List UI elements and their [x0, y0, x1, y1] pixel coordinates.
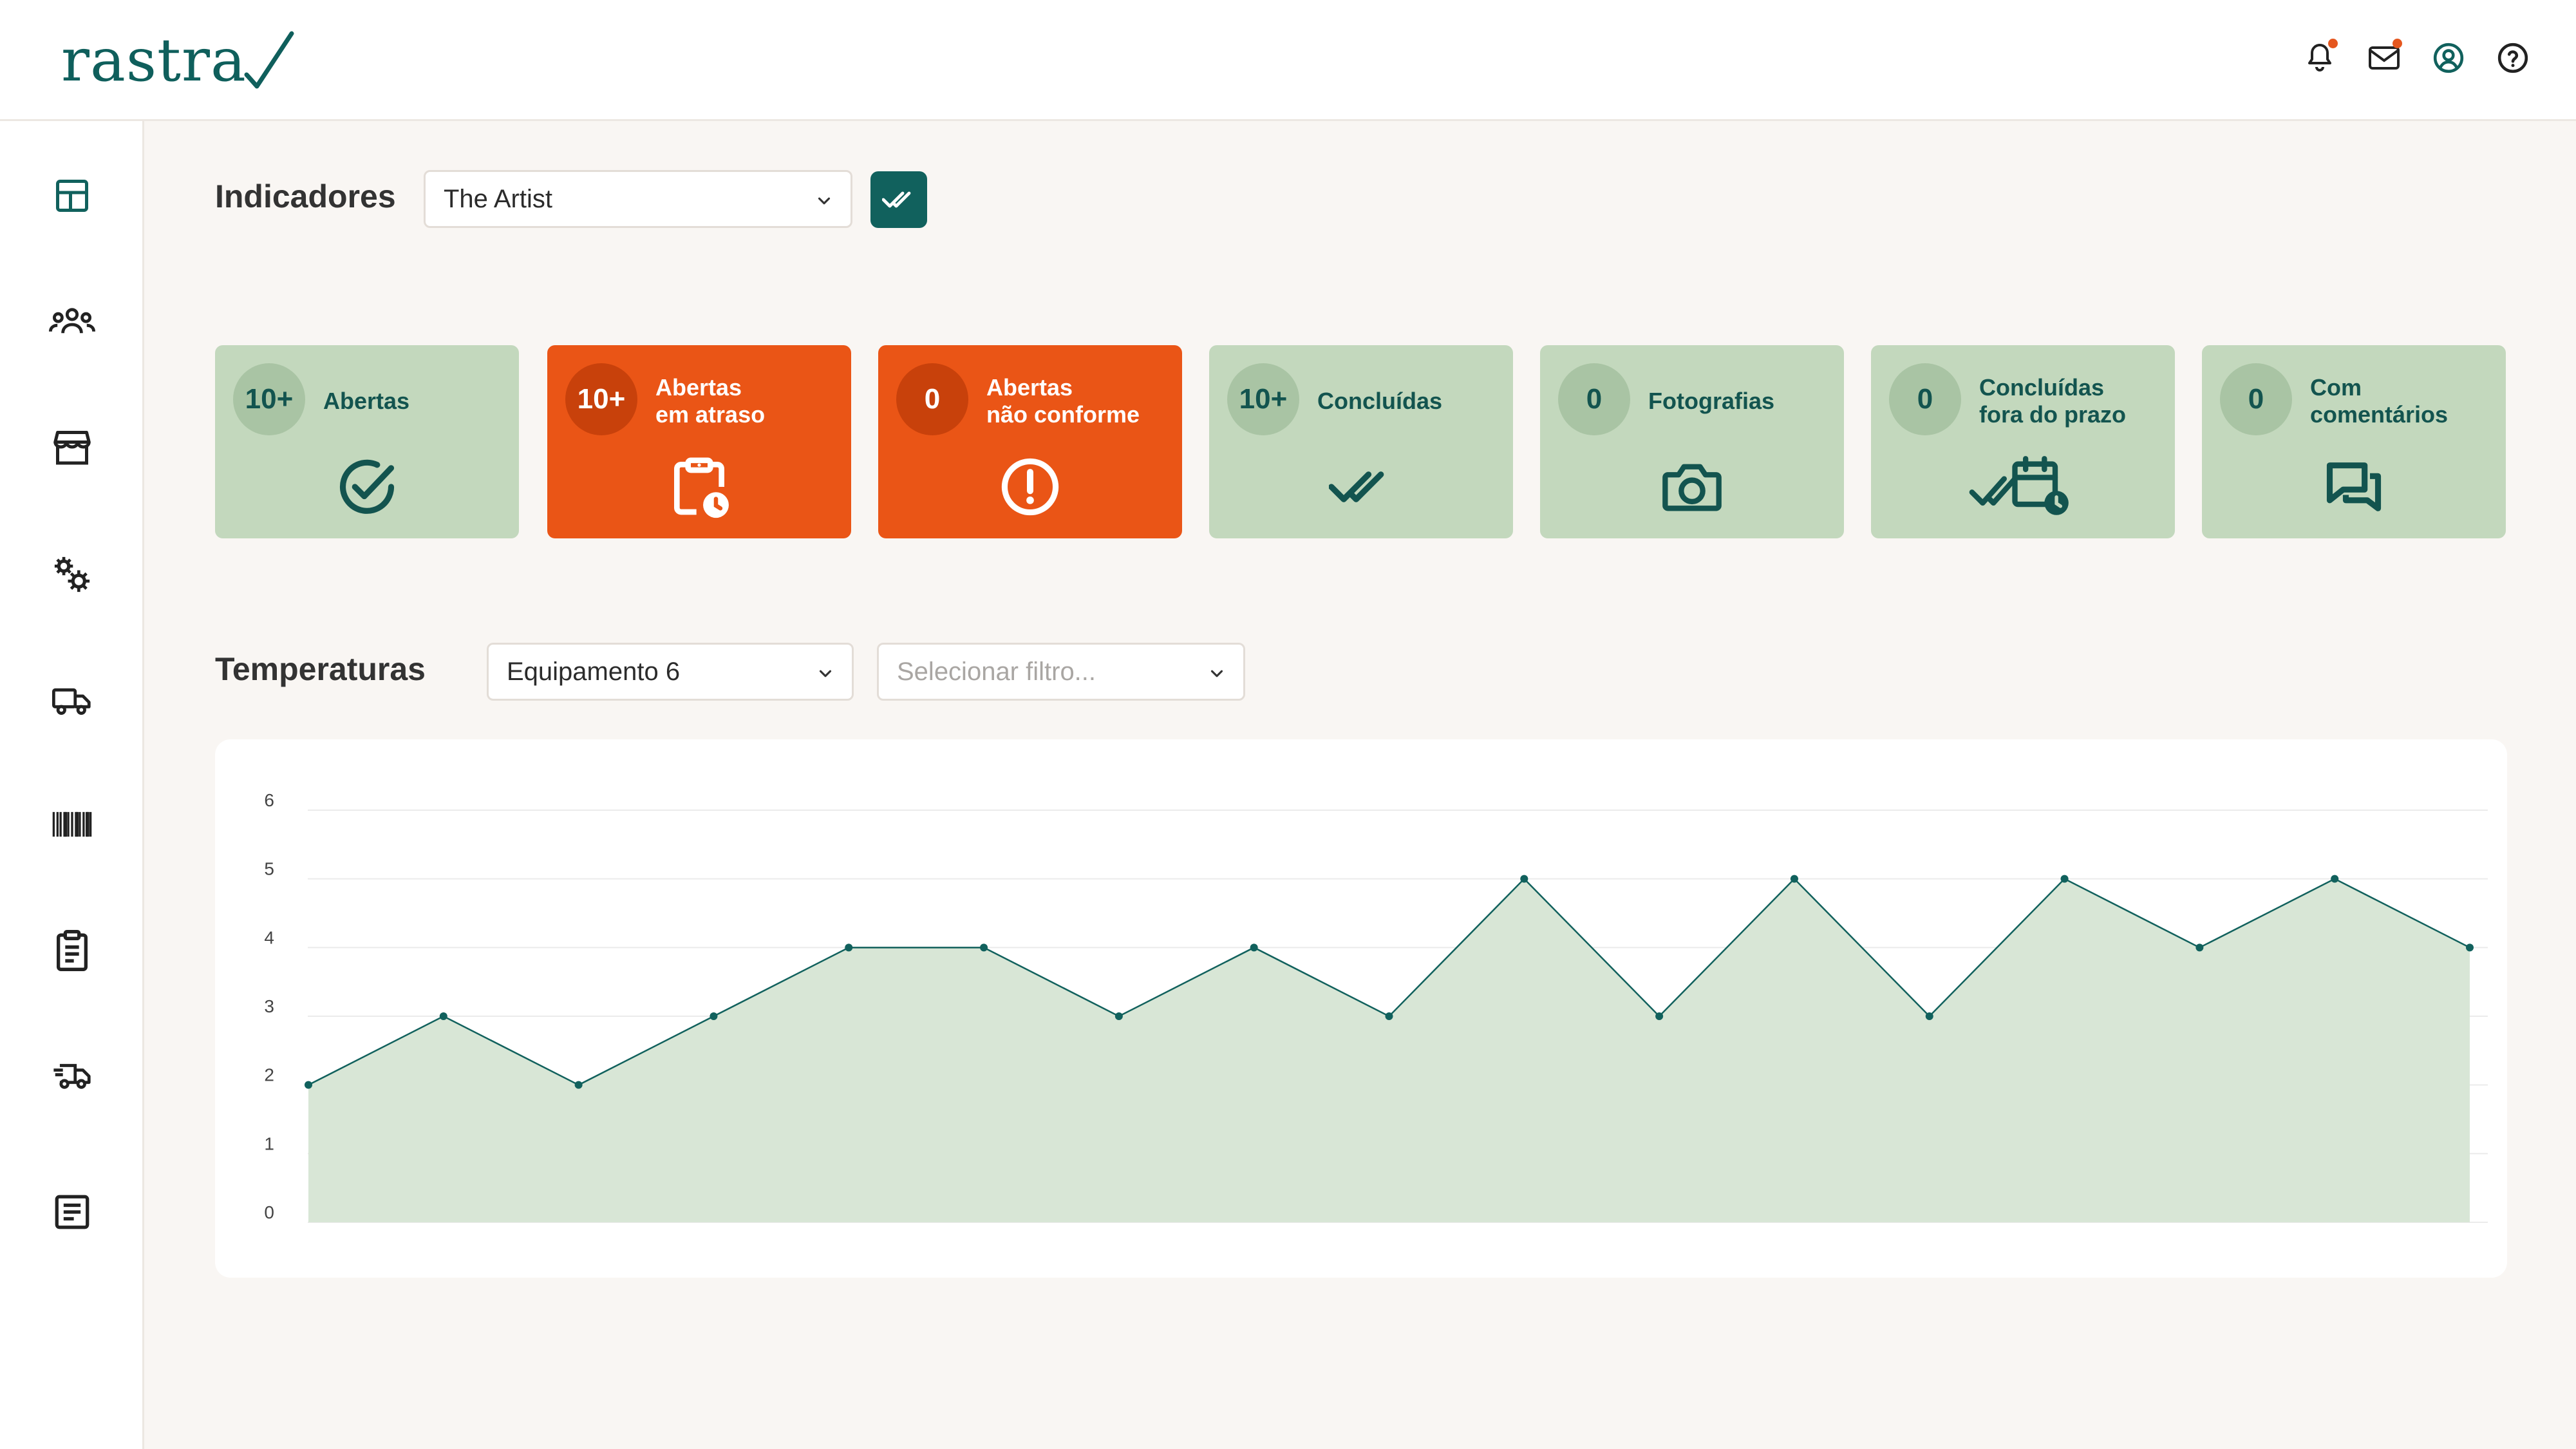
data-point — [305, 1081, 312, 1089]
data-point — [2060, 875, 2069, 883]
settings-icon[interactable] — [45, 547, 99, 601]
y-tick-label: 0 — [264, 1202, 274, 1222]
data-point — [845, 943, 853, 952]
card-label: Abertas em atraso — [655, 374, 766, 428]
card-concluidas[interactable]: 10+ Concluídas — [1209, 345, 1513, 538]
exclamation-circle-icon — [992, 448, 1069, 526]
users-group-icon[interactable] — [45, 294, 99, 348]
notification-dot — [2328, 39, 2338, 48]
data-point — [2331, 875, 2339, 883]
card-concluidas-fora-do-prazo[interactable]: 0 Concluídas fora do prazo — [1871, 345, 2175, 538]
series-area — [308, 878, 2470, 1222]
data-point — [1114, 1012, 1123, 1020]
document-icon[interactable] — [45, 1185, 99, 1239]
mail-notification-dot — [2393, 39, 2402, 48]
temperature-chart-svg: 0 1 2 3 4 5 6 — [264, 790, 2488, 1223]
card-label: Fotografias — [1648, 388, 1775, 414]
y-tick-label: 1 — [264, 1133, 274, 1153]
data-point — [1250, 943, 1258, 952]
y-tick-label: 2 — [264, 1065, 274, 1085]
chevron-down-icon — [819, 670, 832, 677]
y-tick-label: 3 — [264, 996, 274, 1016]
clipboard-icon[interactable] — [45, 923, 99, 978]
temperatures-title: Temperaturas — [215, 651, 426, 687]
card-count: 0 — [1889, 363, 1961, 435]
double-check-icon — [882, 191, 911, 208]
card-label: Concluídas fora do prazo — [1979, 374, 2127, 428]
logo-slash-icon — [244, 31, 294, 89]
help-icon[interactable] — [2495, 40, 2531, 76]
card-label: Abertas não conforme — [986, 374, 1140, 428]
establishment-select[interactable]: The Artist — [424, 170, 852, 228]
card-fotografias[interactable]: 0 Fotografias — [1540, 345, 1844, 538]
y-tick-label: 5 — [264, 859, 274, 879]
filter-select[interactable]: Selecionar filtro... — [877, 643, 1245, 701]
mail-icon[interactable] — [2366, 39, 2402, 76]
apply-filter-button[interactable] — [870, 171, 927, 228]
chevron-down-icon — [818, 197, 831, 205]
card-count: 10+ — [233, 363, 305, 435]
equipment-select[interactable]: Equipamento 6 — [487, 643, 854, 701]
chevron-down-icon — [1210, 670, 1223, 677]
establishment-select-value: The Artist — [444, 184, 552, 213]
data-point — [2195, 943, 2204, 952]
check-calendar-clock-icon — [1965, 448, 2081, 526]
dashboard-icon[interactable] — [45, 169, 99, 223]
delivery-truck-icon[interactable] — [45, 1048, 99, 1103]
chat-bubbles-icon — [2315, 448, 2393, 526]
logo[interactable]: rastra — [61, 26, 294, 95]
y-tick-label: 6 — [264, 790, 274, 810]
card-com-comentarios[interactable]: 0 Com comentários — [2202, 345, 2506, 538]
card-count: 0 — [1558, 363, 1630, 435]
barcode-icon[interactable] — [45, 797, 99, 851]
indicators-title: Indicadores — [215, 178, 396, 214]
data-point — [1790, 875, 1798, 883]
data-point — [439, 1012, 447, 1020]
data-point — [1520, 875, 1528, 883]
bell-icon[interactable] — [2302, 39, 2338, 76]
data-point — [1925, 1012, 1933, 1020]
user-circle-icon[interactable] — [2430, 40, 2467, 76]
top-bar: rastra — [0, 0, 2576, 121]
equipment-select-value: Equipamento 6 — [507, 657, 681, 686]
camera-icon — [1653, 448, 1731, 526]
filter-select-placeholder: Selecionar filtro... — [897, 657, 1096, 686]
card-label: Com comentários — [2310, 374, 2449, 428]
data-point — [2466, 943, 2474, 952]
data-point — [1385, 1012, 1393, 1020]
data-point — [574, 1081, 583, 1089]
y-tick-label: 4 — [264, 927, 274, 947]
clipboard-clock-icon — [661, 448, 738, 526]
card-count: 0 — [2220, 363, 2292, 435]
data-point — [1655, 1012, 1664, 1020]
data-point — [710, 1012, 718, 1020]
store-icon[interactable] — [45, 420, 99, 474]
card-count: 10+ — [565, 363, 637, 435]
card-label: Abertas — [323, 388, 410, 414]
double-check-icon — [1322, 448, 1400, 526]
sidebar — [0, 121, 144, 1449]
circle-check-icon — [328, 448, 406, 526]
temperature-chart: 0 1 2 3 4 5 6 — [215, 739, 2507, 1278]
data-point — [980, 943, 988, 952]
card-count: 0 — [896, 363, 968, 435]
card-abertas[interactable]: 10+ Abertas — [215, 345, 519, 538]
card-count: 10+ — [1227, 363, 1299, 435]
logo-text: rastra — [61, 26, 247, 95]
card-abertas-em-atraso[interactable]: 10+ Abertas em atraso — [547, 345, 851, 538]
truck-icon[interactable] — [45, 674, 99, 728]
card-abertas-nao-conforme[interactable]: 0 Abertas não conforme — [878, 345, 1182, 538]
card-label: Concluídas — [1317, 388, 1443, 414]
